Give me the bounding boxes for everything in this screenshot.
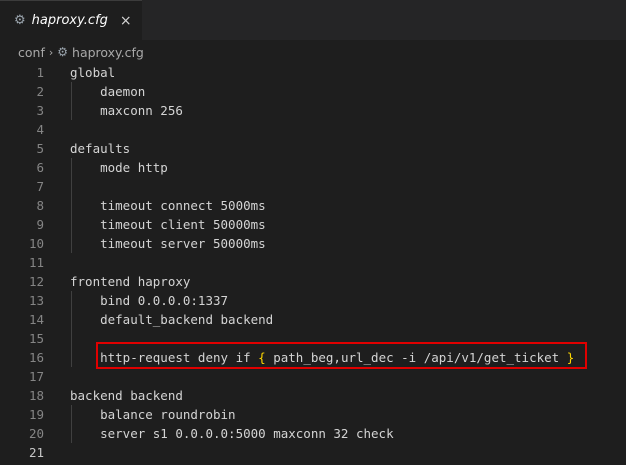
close-icon[interactable]: × [120,13,132,29]
code-line[interactable]: 20 server s1 0.0.0.0:5000 maxconn 32 che… [0,424,626,443]
code-line[interactable]: 1 global [0,63,626,82]
code-editor[interactable]: 1 global 2 daemon 3 maxconn 256 4 5 defaults 6 … [0,63,626,462]
line-text: frontend haproxy [70,274,191,289]
indent-guide [71,405,72,443]
line-number: 18 [28,388,44,403]
line-number: 7 [36,179,44,194]
line-text: balance roundrobin [70,407,236,422]
line-text: daemon [70,84,146,99]
breadcrumb-folder[interactable]: conf [18,45,45,60]
gear-icon: ⚙ [14,13,26,28]
code-line[interactable]: 8 timeout connect 5000ms [0,196,626,215]
code-line[interactable]: 11 [0,253,626,272]
code-line[interactable]: 6 mode http [0,158,626,177]
code-line[interactable]: 21 [0,443,626,462]
line-number: 16 [28,350,44,365]
line-text [44,120,70,139]
line-text: timeout server 50000ms [70,236,266,251]
line-text: backend backend [70,388,183,403]
line-number: 5 [36,141,44,156]
breadcrumb: conf › ⚙ haproxy.cfg [0,41,626,63]
code-line[interactable]: 10 timeout server 50000ms [0,234,626,253]
line-text: server s1 0.0.0.0:5000 maxconn 32 check [70,426,394,441]
code-line[interactable]: 5 defaults [0,139,626,158]
tab-label: haproxy.cfg [31,13,108,28]
line-text [44,253,70,272]
line-text: default_backend backend [70,312,274,327]
chevron-right-icon: › [48,45,54,59]
indent-guide [71,82,72,120]
line-number: 9 [36,217,44,232]
line-text [44,177,70,196]
highlight-box [96,342,587,369]
line-number: 20 [28,426,44,441]
line-number: 21 [28,445,44,460]
line-number: 11 [28,255,44,270]
line-number: 2 [36,84,44,99]
breadcrumb-file[interactable]: haproxy.cfg [72,45,144,60]
tab-haproxy-cfg[interactable]: ⚙ haproxy.cfg × [0,0,142,40]
indent-guide [71,291,72,367]
line-text [44,329,70,348]
code-line[interactable]: 13 bind 0.0.0.0:1337 [0,291,626,310]
line-number: 15 [28,331,44,346]
line-text: mode http [70,160,168,175]
line-number: 12 [28,274,44,289]
line-text: maxconn 256 [70,103,183,118]
line-number: 10 [28,236,44,251]
code-line[interactable]: 4 [0,120,626,139]
line-text [44,367,70,386]
tab-bar: ⚙ haproxy.cfg × [0,0,626,41]
code-line[interactable]: 17 [0,367,626,386]
line-number: 1 [36,65,44,80]
line-text: global [70,65,116,80]
indent-guide [71,158,72,253]
line-number: 19 [28,407,44,422]
line-number: 17 [28,369,44,384]
line-number: 8 [36,198,44,213]
code-line[interactable]: 9 timeout client 50000ms [0,215,626,234]
line-number: 14 [28,312,44,327]
gear-icon: ⚙ [57,45,69,59]
line-text: timeout client 50000ms [70,217,266,232]
line-text: defaults [70,141,131,156]
code-line[interactable]: 14 default_backend backend [0,310,626,329]
line-text: timeout connect 5000ms [70,198,266,213]
code-line[interactable]: 19 balance roundrobin [0,405,626,424]
line-number: 6 [36,160,44,175]
code-line[interactable]: 3 maxconn 256 [0,101,626,120]
line-number: 13 [28,293,44,308]
code-line[interactable]: 2 daemon [0,82,626,101]
line-number: 4 [36,122,44,137]
code-line[interactable]: 12 frontend haproxy [0,272,626,291]
line-number: 3 [36,103,44,118]
code-line[interactable]: 7 [0,177,626,196]
code-line[interactable]: 18 backend backend [0,386,626,405]
line-text [44,443,70,462]
